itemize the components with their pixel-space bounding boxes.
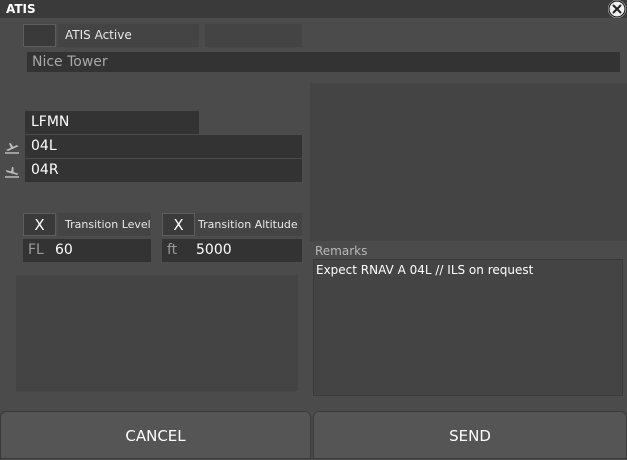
arrival-runway-value: 04R — [31, 162, 59, 178]
transition-level-check-mark: X — [34, 216, 45, 234]
transition-altitude-unit: ft — [167, 242, 178, 258]
transition-level-label: Transition Level — [65, 218, 151, 231]
atis-active-label: ATIS Active — [65, 28, 132, 42]
send-button[interactable]: SEND — [313, 411, 627, 459]
takeoff-icon — [4, 139, 20, 155]
transition-level-checkbox[interactable]: X — [23, 213, 56, 236]
send-button-label: SEND — [449, 427, 491, 445]
transition-level-field[interactable]: FL 60 — [23, 239, 151, 262]
arrival-runway-field[interactable]: 04R — [25, 159, 302, 182]
transition-altitude-field[interactable]: ft 5000 — [162, 239, 302, 262]
title-bar — [0, 0, 627, 18]
remarks-textarea[interactable] — [313, 259, 623, 396]
remarks-text: Expect RNAV A 04L // ILS on request — [316, 263, 534, 277]
transition-altitude-checkbox[interactable]: X — [162, 213, 195, 236]
atis-active-checkbox[interactable] — [23, 24, 56, 47]
info-panel — [16, 275, 298, 391]
station-name-field[interactable]: Nice Tower — [27, 52, 620, 72]
atis-letter-field — [205, 24, 302, 47]
landing-icon — [4, 163, 20, 179]
station-name-value: Nice Tower — [32, 54, 108, 70]
airport-icao-field[interactable]: LFMN — [25, 111, 199, 134]
cancel-button[interactable]: CANCEL — [0, 411, 311, 459]
close-icon[interactable] — [608, 0, 626, 18]
departure-runway-value: 04L — [31, 138, 57, 154]
atis-preview-panel — [310, 83, 627, 241]
transition-altitude-value: 5000 — [196, 242, 232, 258]
transition-level-unit: FL — [28, 242, 44, 258]
transition-level-value: 60 — [55, 242, 73, 258]
cancel-button-label: CANCEL — [125, 427, 186, 445]
transition-altitude-check-mark: X — [173, 216, 184, 234]
window-title: ATIS — [6, 2, 36, 16]
remarks-label: Remarks — [315, 244, 368, 258]
departure-runway-field[interactable]: 04L — [25, 135, 302, 158]
transition-altitude-label: Transition Altitude — [198, 218, 298, 231]
airport-icao-value: LFMN — [31, 114, 70, 130]
